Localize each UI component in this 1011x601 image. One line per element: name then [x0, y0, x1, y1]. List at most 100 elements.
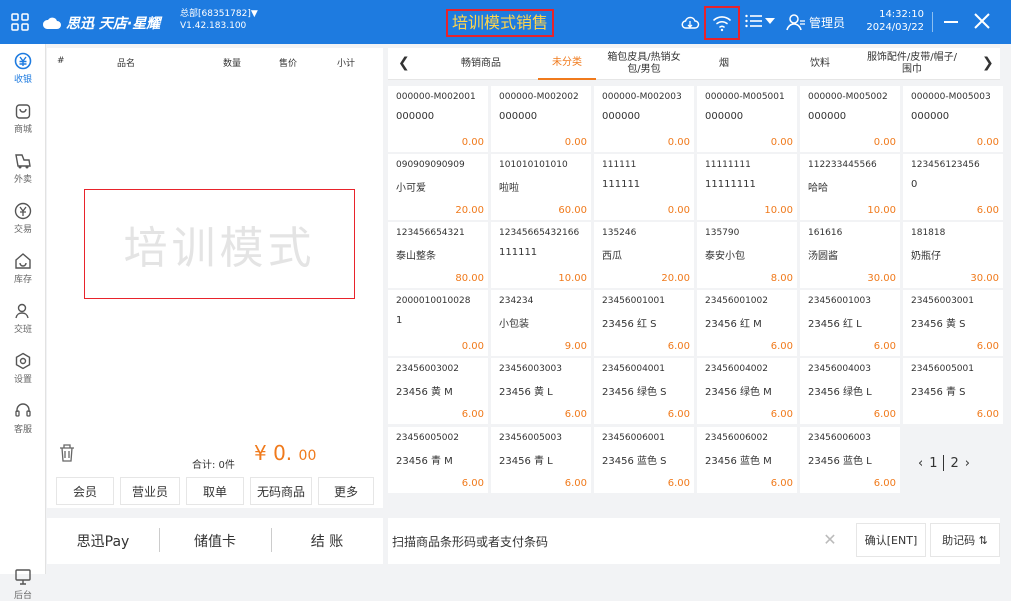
settings-icon — [15, 352, 31, 370]
tab-uncategorized[interactable]: 未分类 — [538, 48, 596, 80]
trash-icon[interactable] — [58, 443, 76, 463]
chevron-left-icon[interactable]: ❮ — [398, 55, 410, 71]
product-card[interactable]: 12345665432166 111111 10.00 — [491, 222, 591, 288]
tab-bags[interactable]: 箱包皮具/热销女包/男包 — [602, 48, 686, 80]
sidebar-item-trade[interactable]: 交易 — [0, 198, 46, 242]
product-price: 6.00 — [770, 409, 793, 420]
product-card[interactable]: 135790 泰安小包 8.00 — [697, 222, 797, 288]
prev-page-button[interactable]: ‹ — [918, 456, 923, 471]
product-card[interactable]: 101010101010 啦啦 60.00 — [491, 154, 591, 220]
product-card[interactable]: 000000-M002001 000000 0.00 — [388, 86, 488, 152]
product-card[interactable]: 23456001003 23456 红 L 6.00 — [800, 290, 900, 356]
network-status[interactable] — [704, 6, 740, 40]
product-code: 090909090909 — [396, 160, 465, 170]
sidebar-item-mall[interactable]: 商城 — [0, 98, 46, 142]
product-card[interactable]: 234234 小包装 9.00 — [491, 290, 591, 356]
sidebar-item-support[interactable]: 客服 — [0, 398, 46, 442]
sidebar-item-stock[interactable]: 库存 — [0, 248, 46, 292]
product-card[interactable]: 23456001002 23456 红 M 6.00 — [697, 290, 797, 356]
product-card[interactable]: 000000-M005002 000000 0.00 — [800, 86, 900, 152]
product-card[interactable]: 23456006002 23456 蓝色 M 6.00 — [697, 427, 797, 493]
product-price: 6.00 — [976, 205, 999, 216]
product-card[interactable]: 23456003003 23456 黄 L 6.00 — [491, 358, 591, 424]
product-card[interactable]: 23456006003 23456 蓝色 L 6.00 — [800, 427, 900, 493]
mnemonic-button[interactable]: 助记码 ⇅ — [930, 523, 1000, 557]
tab-bestseller[interactable]: 畅销商品 — [440, 48, 522, 80]
product-card[interactable]: 23456001001 23456 红 S 6.00 — [594, 290, 694, 356]
product-card[interactable]: 123456654321 泰山整条 80.00 — [388, 222, 488, 288]
product-card[interactable]: 23456005003 23456 青 L 6.00 — [491, 427, 591, 493]
product-card[interactable]: 000000-M005001 000000 0.00 — [697, 86, 797, 152]
product-card[interactable]: 23456003002 23456 黄 M 6.00 — [388, 358, 488, 424]
chevron-right-icon[interactable]: ❯ — [982, 55, 994, 71]
product-card[interactable]: 135246 西瓜 20.00 — [594, 222, 694, 288]
product-card[interactable]: 23456003001 23456 黄 S 6.00 — [903, 290, 1003, 356]
product-card[interactable]: 11111111 11111111 10.00 — [697, 154, 797, 220]
next-page-button[interactable]: › — [965, 456, 970, 471]
user-name: 管理员 — [809, 15, 846, 30]
sidebar-item-settings[interactable]: 设置 — [0, 348, 46, 392]
product-price: 20.00 — [661, 273, 690, 284]
product-card[interactable]: 161616 汤圆酱 30.00 — [800, 222, 900, 288]
app-grid-icon[interactable] — [10, 12, 30, 32]
more-button[interactable]: 更多 — [318, 477, 374, 505]
shift-icon — [15, 303, 29, 319]
menu-dropdown[interactable] — [745, 13, 775, 29]
product-card[interactable]: 112233445566 哈哈 10.00 — [800, 154, 900, 220]
store-info[interactable]: 总部[68351782]▼ V1.42.183.100 — [180, 8, 258, 32]
product-card[interactable]: 23456005001 23456 青 S 6.00 — [903, 358, 1003, 424]
monitor-icon — [15, 569, 31, 585]
product-card[interactable]: 090909090909 小可爱 20.00 — [388, 154, 488, 220]
tab-accessories[interactable]: 服饰配件/皮带/帽子/围巾 — [866, 48, 958, 80]
cloud-sync-icon[interactable] — [680, 12, 700, 32]
sidebar-item-backend[interactable]: 后台 — [0, 568, 46, 601]
tab-tobacco[interactable]: 烟 — [698, 48, 750, 80]
minimize-button[interactable] — [944, 21, 958, 23]
checkout-button[interactable]: 结 账 — [271, 528, 383, 552]
barcode-input[interactable]: 扫描商品条形码或者支付条码 — [392, 533, 548, 550]
product-card[interactable]: 000000-M002002 000000 0.00 — [491, 86, 591, 152]
page-current[interactable]: 1 — [929, 456, 937, 471]
product-card[interactable]: 23456004002 23456 绿色 M 6.00 — [697, 358, 797, 424]
sidebar-item-shift[interactable]: 交班 — [0, 298, 46, 342]
list-menu-icon — [745, 14, 762, 28]
product-code: 23456006001 — [602, 433, 665, 443]
product-code: 23456003003 — [499, 364, 562, 374]
tab-drinks[interactable]: 饮料 — [788, 48, 852, 80]
sixunpay-button[interactable]: 思迅Pay — [47, 531, 159, 551]
product-price: 0.00 — [770, 137, 793, 148]
product-name: 23456 绿色 M — [705, 387, 772, 398]
close-icon[interactable] — [972, 11, 992, 31]
training-mode-watermark: 培训模式 — [84, 189, 355, 299]
total-integer: ¥ 0. — [254, 441, 293, 465]
product-card[interactable]: 000000-M002003 000000 0.00 — [594, 86, 694, 152]
salesperson-button[interactable]: 营业员 — [120, 477, 180, 505]
no-barcode-item-button[interactable]: 无码商品 — [250, 477, 312, 505]
product-name: 小包装 — [499, 319, 529, 330]
stored-value-card-button[interactable]: 储值卡 — [159, 528, 271, 552]
product-price: 6.00 — [461, 478, 484, 489]
product-card[interactable]: 123456123456 0 6.00 — [903, 154, 1003, 220]
product-card[interactable]: 23456005002 23456 青 M 6.00 — [388, 427, 488, 493]
product-code: 111111 — [602, 160, 637, 170]
product-price: 6.00 — [976, 341, 999, 352]
page-next[interactable]: 2 — [950, 456, 958, 471]
product-card[interactable]: 000000-M005003 000000 0.00 — [903, 86, 1003, 152]
product-card[interactable]: 111111 111111 0.00 — [594, 154, 694, 220]
product-price: 60.00 — [558, 205, 587, 216]
sidebar-item-takeout[interactable]: 外卖 — [0, 148, 46, 192]
user-menu[interactable]: 管理员 — [786, 13, 845, 31]
product-card[interactable]: 23456006001 23456 蓝色 S 6.00 — [594, 427, 694, 493]
product-card[interactable]: 181818 奶瓶仔 30.00 — [903, 222, 1003, 288]
product-code: 23456004003 — [808, 364, 871, 374]
member-button[interactable]: 会员 — [56, 477, 114, 505]
sidebar-item-cashier[interactable]: 收银 — [0, 48, 46, 92]
product-card[interactable]: 23456004003 23456 绿色 L 6.00 — [800, 358, 900, 424]
sidebar-item-label: 收银 — [13, 75, 32, 85]
confirm-button[interactable]: 确认[ENT] — [856, 523, 926, 557]
product-card[interactable]: 23456004001 23456 绿色 S 6.00 — [594, 358, 694, 424]
product-code: 161616 — [808, 228, 843, 238]
retrieve-order-button[interactable]: 取单 — [186, 477, 244, 505]
product-card[interactable]: 2000010010028 1 0.00 — [388, 290, 488, 356]
clear-icon[interactable]: ✕ — [818, 530, 842, 552]
